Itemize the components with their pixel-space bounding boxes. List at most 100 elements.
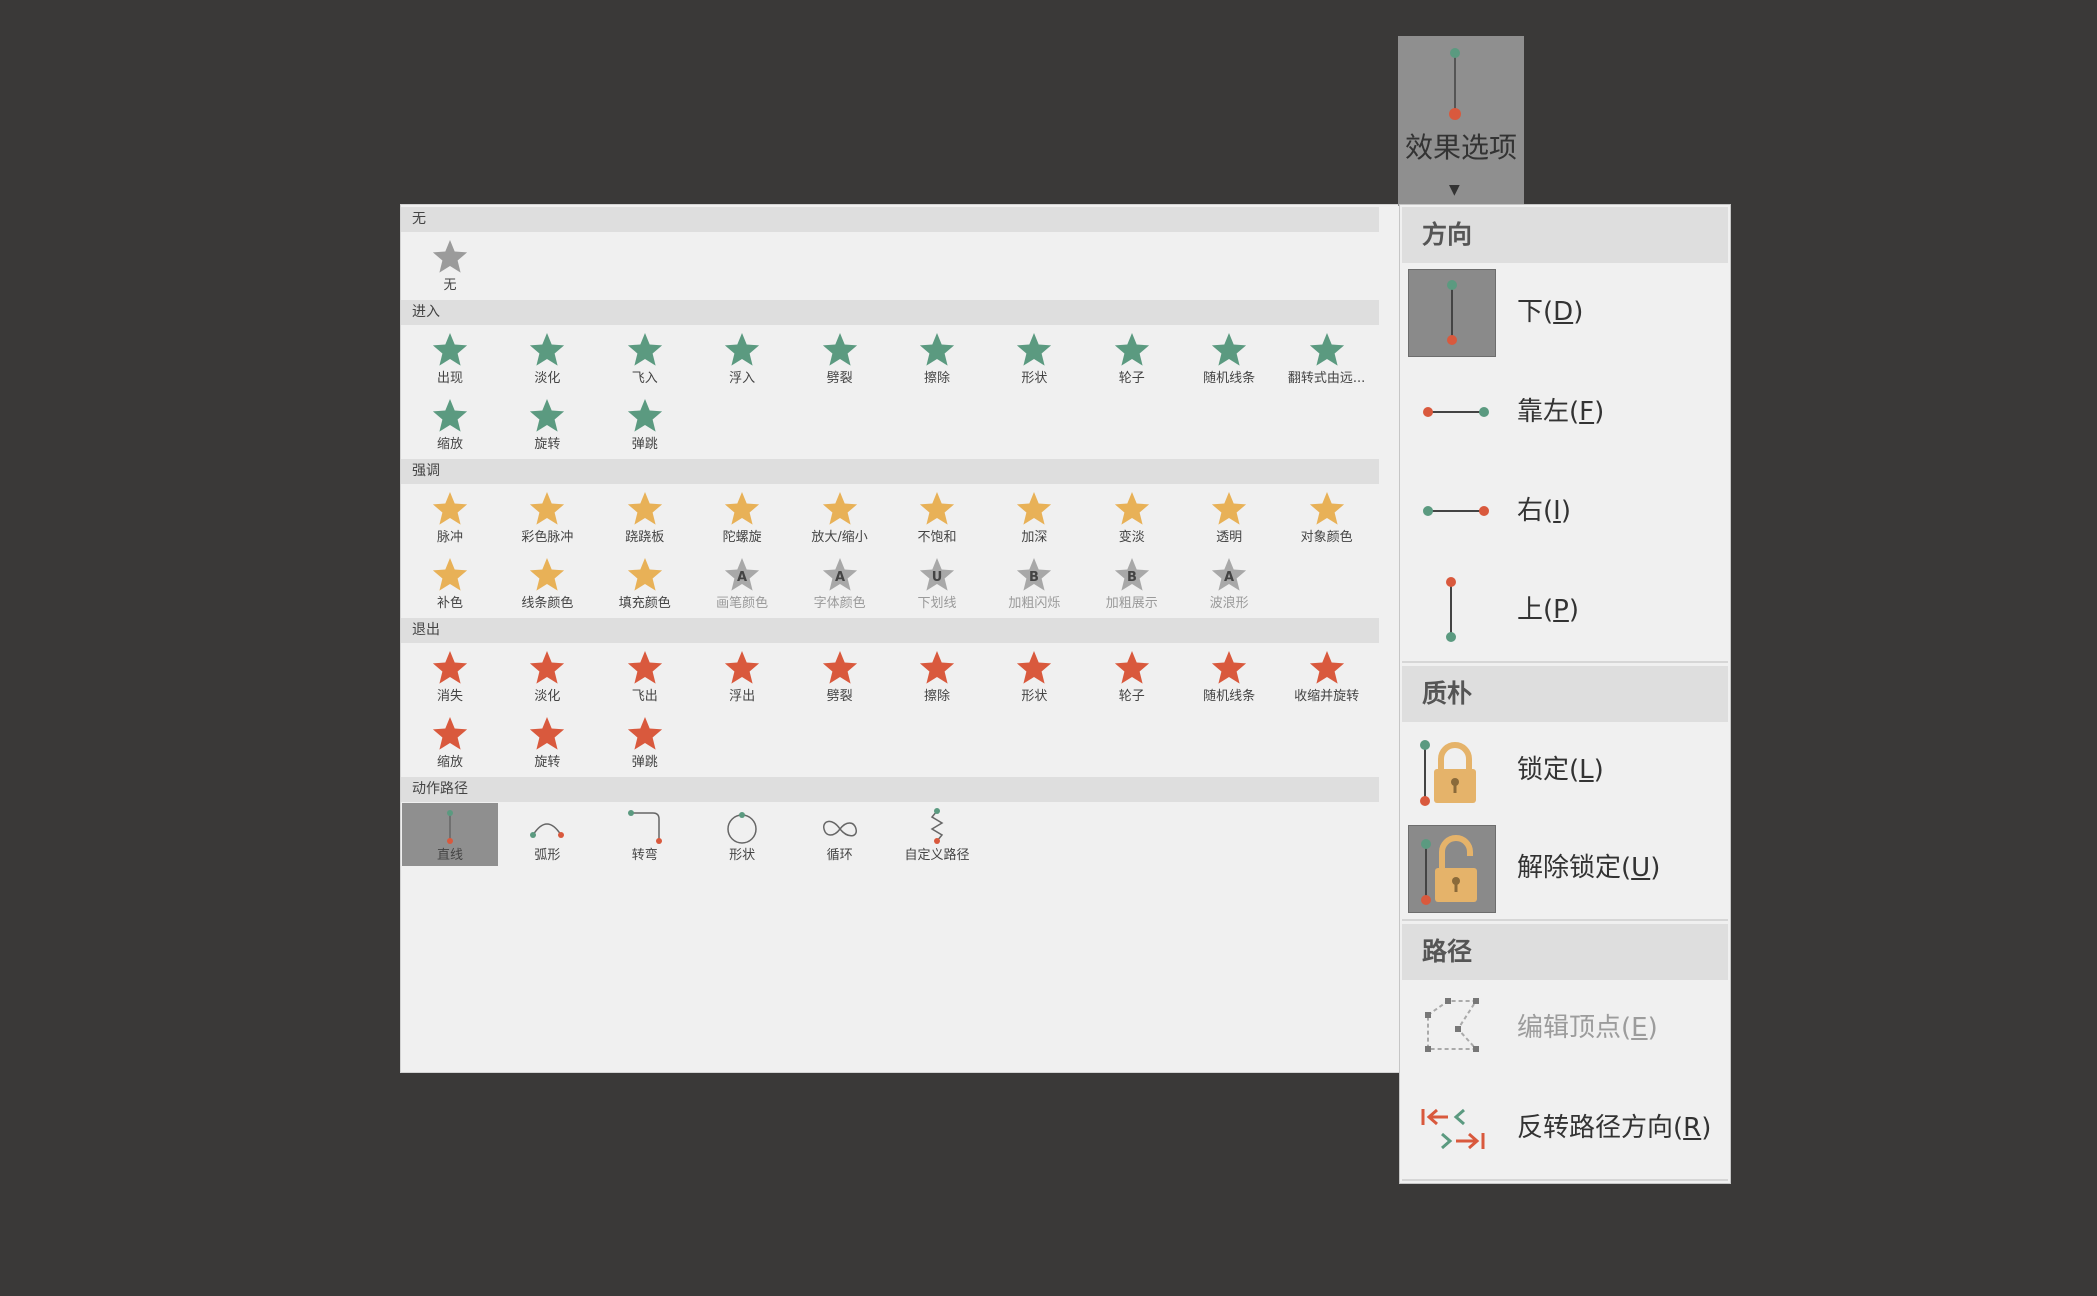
effect-exit-item[interactable]: 弹跳 [597,710,693,773]
path-right-icon [1408,468,1496,556]
effect-label: 形状 [1021,689,1048,704]
effect-emphasis-item[interactable]: 脉冲 [402,485,498,548]
effect-none-item[interactable]: 无 [402,233,498,296]
star-effect-icon [402,237,498,277]
effect-label: 随机线条 [1203,371,1256,386]
menu-item-unlock[interactable]: 解除锁定(U) [1402,822,1728,914]
menu-item-lock[interactable]: 锁定(L) [1402,724,1728,816]
effect-label: 加粗闪烁 [1008,596,1061,611]
effect-emphasis-item[interactable]: U 下划线 [889,551,985,614]
effect-exit-item[interactable]: 形状 [986,644,1082,707]
effect-exit-item[interactable]: 浮出 [694,644,790,707]
effect-label: 变淡 [1118,530,1145,545]
star-effect-icon [694,330,790,370]
menu-item-up[interactable]: 上(P) [1402,564,1728,656]
effect-paths-item[interactable]: 循环 [792,803,888,866]
effect-options-button[interactable]: 效果选项 ▼ [1398,36,1524,206]
reverse-path-icon [1408,1085,1496,1173]
effect-label: 波浪形 [1209,596,1249,611]
effect-emphasis-item[interactable]: A 画笔颜色 [694,551,790,614]
star-effect-icon [889,330,985,370]
effect-paths-item[interactable]: 弧形 [499,803,595,866]
menu-item-edit-points[interactable]: 编辑顶点(E) [1402,982,1728,1074]
effect-exit-item[interactable]: 轮子 [1084,644,1180,707]
svg-text:B: B [1029,570,1039,585]
effect-emphasis-item[interactable]: 放大/缩小 [792,485,888,548]
effect-label: 形状 [729,848,756,863]
effect-entrance-item[interactable]: 擦除 [889,326,985,389]
effect-emphasis-item[interactable]: 不饱和 [889,485,985,548]
menu-item-reverse-path[interactable]: 反转路径方向(R) [1402,1082,1728,1174]
effect-emphasis-item[interactable]: 透明 [1181,485,1277,548]
star-effect-icon: A [694,555,790,595]
star-effect-icon [597,330,693,370]
effect-entrance-item[interactable]: 飞入 [597,326,693,389]
svg-text:B: B [1127,570,1137,585]
menu-item-down[interactable]: 下(D) [1402,266,1728,358]
star-effect-icon [499,648,595,688]
effect-emphasis-item[interactable]: B 加粗闪烁 [986,551,1082,614]
effect-emphasis-item[interactable]: 陀螺旋 [694,485,790,548]
star-effect-icon [1181,330,1277,370]
menu-item-label: 锁定(L) [1517,755,1604,785]
effect-emphasis-item[interactable]: A 波浪形 [1181,551,1277,614]
effect-label: 出现 [436,371,463,386]
effect-exit-item[interactable]: 旋转 [499,710,595,773]
effect-label: 浮出 [729,689,756,704]
motion-path-icon [597,807,693,847]
effect-emphasis-item[interactable]: 对象颜色 [1279,485,1375,548]
effect-exit-item[interactable]: 擦除 [889,644,985,707]
effect-emphasis-item[interactable]: 补色 [402,551,498,614]
effect-entrance-item[interactable]: 旋转 [499,392,595,455]
star-effect-icon [597,555,693,595]
effect-entrance-item[interactable]: 缩放 [402,392,498,455]
menu-item-right[interactable]: 右(I) [1402,465,1728,557]
effect-emphasis-item[interactable]: 变淡 [1084,485,1180,548]
menu-divider [1402,919,1728,921]
lock-icon [1408,727,1496,815]
path-left-icon [1408,369,1496,457]
effect-entrance-item[interactable]: 弹跳 [597,392,693,455]
star-effect-icon [1181,489,1277,529]
effect-exit-item[interactable]: 消失 [402,644,498,707]
menu-item-left[interactable]: 靠左(F) [1402,366,1728,458]
effect-entrance-item[interactable]: 浮入 [694,326,790,389]
effect-paths-item[interactable]: 直线 [402,803,498,866]
effect-paths-item[interactable]: 形状 [694,803,790,866]
effect-label: 不饱和 [917,530,957,545]
effect-emphasis-item[interactable]: 线条颜色 [499,551,595,614]
effect-entrance-item[interactable]: 翻转式由远... [1279,326,1375,389]
effect-emphasis-item[interactable]: B 加粗展示 [1084,551,1180,614]
star-effect-icon [1084,648,1180,688]
effect-emphasis-item[interactable]: 彩色脉冲 [499,485,595,548]
line-path-down-icon [1449,48,1461,120]
effect-emphasis-item[interactable]: 跷跷板 [597,485,693,548]
effect-paths-item[interactable]: 转弯 [597,803,693,866]
effect-emphasis-item[interactable]: 加深 [986,485,1082,548]
effect-entrance-item[interactable]: 随机线条 [1181,326,1277,389]
effect-exit-item[interactable]: 劈裂 [792,644,888,707]
effect-entrance-item[interactable]: 轮子 [1084,326,1180,389]
menu-item-label: 右(I) [1517,496,1571,526]
motion-path-icon [694,807,790,847]
effect-entrance-item[interactable]: 形状 [986,326,1082,389]
effect-label: 擦除 [923,689,950,704]
effect-exit-item[interactable]: 随机线条 [1181,644,1277,707]
effect-exit-item[interactable]: 淡化 [499,644,595,707]
effect-emphasis-item[interactable]: A 字体颜色 [792,551,888,614]
svg-text:A: A [1224,570,1234,585]
effect-label: 弧形 [534,848,561,863]
effect-label: 加深 [1021,530,1048,545]
effect-label: 放大/缩小 [811,530,868,545]
effect-entrance-item[interactable]: 劈裂 [792,326,888,389]
effect-exit-item[interactable]: 飞出 [597,644,693,707]
effect-entrance-item[interactable]: 淡化 [499,326,595,389]
effect-label: 轮子 [1118,689,1145,704]
effect-exit-item[interactable]: 收缩并旋转 [1279,644,1375,707]
motion-path-icon [792,807,888,847]
effect-entrance-item[interactable]: 出现 [402,326,498,389]
motion-path-icon [499,807,595,847]
effect-paths-item[interactable]: 自定义路径 [889,803,985,866]
effect-emphasis-item[interactable]: 填充颜色 [597,551,693,614]
effect-exit-item[interactable]: 缩放 [402,710,498,773]
